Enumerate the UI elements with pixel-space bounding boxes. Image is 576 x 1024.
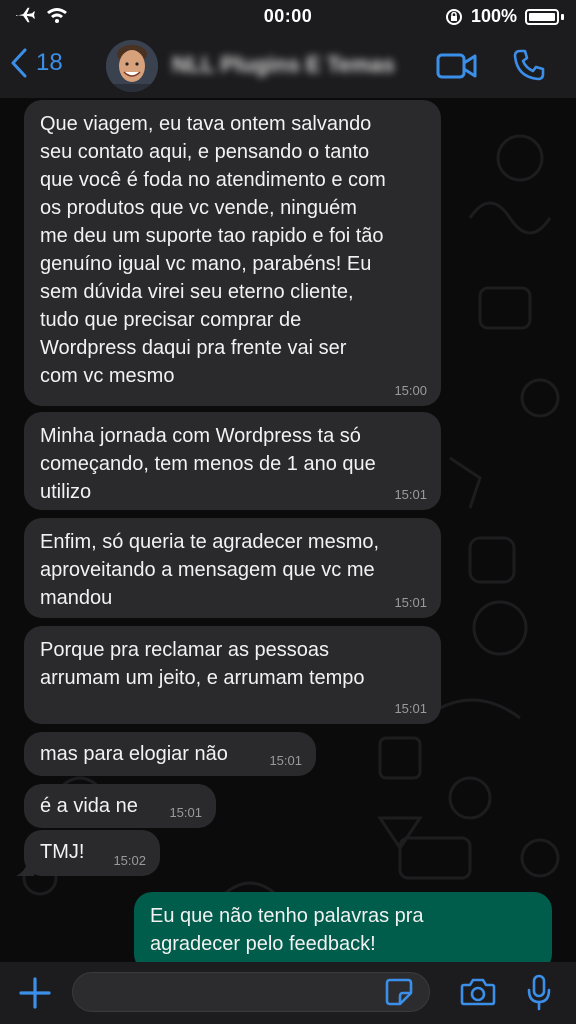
bubble-tail — [16, 856, 34, 876]
message-text: Porque pra reclamar as pessoas arrumam u… — [40, 636, 365, 692]
camera-icon[interactable] — [460, 977, 496, 1007]
contact-name[interactable]: NLL Plugins E Temas — [172, 52, 395, 78]
message-line: genuíno igual vc mano, parabéns! Eu — [40, 253, 372, 275]
message-text: Que viagem, eu tava ontem salvando seu c… — [40, 110, 386, 390]
message-bubble-incoming[interactable]: TMJ! 15:02 — [24, 830, 160, 876]
message-line: Que viagem, eu tava ontem salvando — [40, 113, 372, 135]
message-line: aproveitando a mensagem que vc me — [40, 559, 375, 581]
battery-tip — [561, 13, 564, 20]
message-line: mas para elogiar não — [40, 743, 228, 765]
message-line: os produtos que vc vende, ninguém — [40, 197, 357, 219]
message-timestamp: 15:01 — [169, 805, 202, 820]
message-bubble-incoming[interactable]: Porque pra reclamar as pessoas arrumam u… — [24, 626, 441, 724]
message-timestamp: 15:01 — [269, 753, 302, 768]
message-line: com vc mesmo — [40, 365, 175, 387]
message-bubble-incoming[interactable]: Minha jornada com Wordpress ta só começa… — [24, 412, 441, 510]
chat-area[interactable]: Que viagem, eu tava ontem salvando seu c… — [0, 98, 576, 962]
microphone-icon[interactable] — [526, 974, 552, 1012]
status-right: 100% — [445, 6, 564, 27]
message-line: utilizo — [40, 481, 92, 503]
message-text: Minha jornada com Wordpress ta só começa… — [40, 422, 376, 506]
message-timestamp: 15:01 — [394, 595, 427, 610]
message-line: Eu que não tenho palavras pra — [150, 905, 424, 927]
message-input[interactable] — [72, 972, 430, 1012]
message-line: sem dúvida virei seu eterno cliente, — [40, 281, 354, 303]
battery-icon — [525, 8, 559, 25]
composer-bar — [0, 962, 576, 1024]
message-line: é a vida ne — [40, 795, 138, 817]
message-timestamp: 15:02 — [113, 853, 146, 868]
message-line: Porque pra reclamar as pessoas — [40, 639, 330, 661]
message-line: começando, tem menos de 1 ano que — [40, 453, 376, 475]
avatar-face-icon — [106, 40, 158, 92]
status-bar: 00:00 100% — [0, 0, 576, 34]
message-bubble-incoming[interactable]: é a vida ne 15:01 — [24, 784, 216, 828]
message-line: me deu um suporte tao rapido e foi tão — [40, 225, 384, 247]
unread-count: 18 — [36, 49, 63, 76]
message-line: mandou — [40, 587, 113, 609]
message-bubble-incoming[interactable]: Enfim, só queria te agradecer mesmo, apr… — [24, 518, 441, 618]
message-line: agradecer pelo feedback! — [150, 933, 376, 955]
message-line: arrumam um jeito, e arrumam tempo — [40, 667, 365, 689]
message-line: tudo que precisar comprar de — [40, 309, 302, 331]
message-bubble-incoming[interactable]: Que viagem, eu tava ontem salvando seu c… — [24, 100, 441, 406]
video-call-icon[interactable] — [436, 52, 478, 80]
sticker-icon[interactable] — [384, 977, 414, 1007]
avatar[interactable] — [106, 40, 158, 92]
message-line: Wordpress daqui pra frente vai ser — [40, 337, 347, 359]
message-text: TMJ! — [40, 838, 84, 866]
back-button[interactable]: 18 — [10, 48, 63, 78]
message-timestamp: 15:00 — [394, 383, 427, 398]
message-bubble-outgoing[interactable]: Eu que não tenho palavras pra agradecer … — [134, 892, 552, 962]
plus-icon[interactable] — [18, 976, 52, 1010]
chat-header: 18 NLL Plugins E Temas — [0, 34, 576, 98]
message-line: Minha jornada com Wordpress ta só — [40, 425, 361, 447]
message-timestamp: 15:01 — [394, 487, 427, 502]
message-text: Enfim, só queria te agradecer mesmo, apr… — [40, 528, 379, 612]
message-line: Enfim, só queria te agradecer mesmo, — [40, 531, 380, 553]
message-timestamp: 15:01 — [394, 701, 427, 716]
message-line: TMJ! — [40, 841, 85, 863]
message-line: que você é foda no atendimento e com — [40, 169, 386, 191]
message-line: seu contato aqui, e pensando o tanto — [40, 141, 370, 163]
phone-icon[interactable] — [512, 48, 546, 82]
chevron-left-icon — [11, 48, 27, 78]
message-bubble-incoming[interactable]: mas para elogiar não 15:01 — [24, 732, 316, 776]
message-text: Eu que não tenho palavras pra agradecer … — [150, 902, 424, 958]
rotation-lock-icon — [445, 8, 462, 25]
message-text: mas para elogiar não — [40, 740, 228, 768]
message-text: é a vida ne — [40, 792, 138, 820]
battery-percent: 100% — [470, 6, 517, 26]
